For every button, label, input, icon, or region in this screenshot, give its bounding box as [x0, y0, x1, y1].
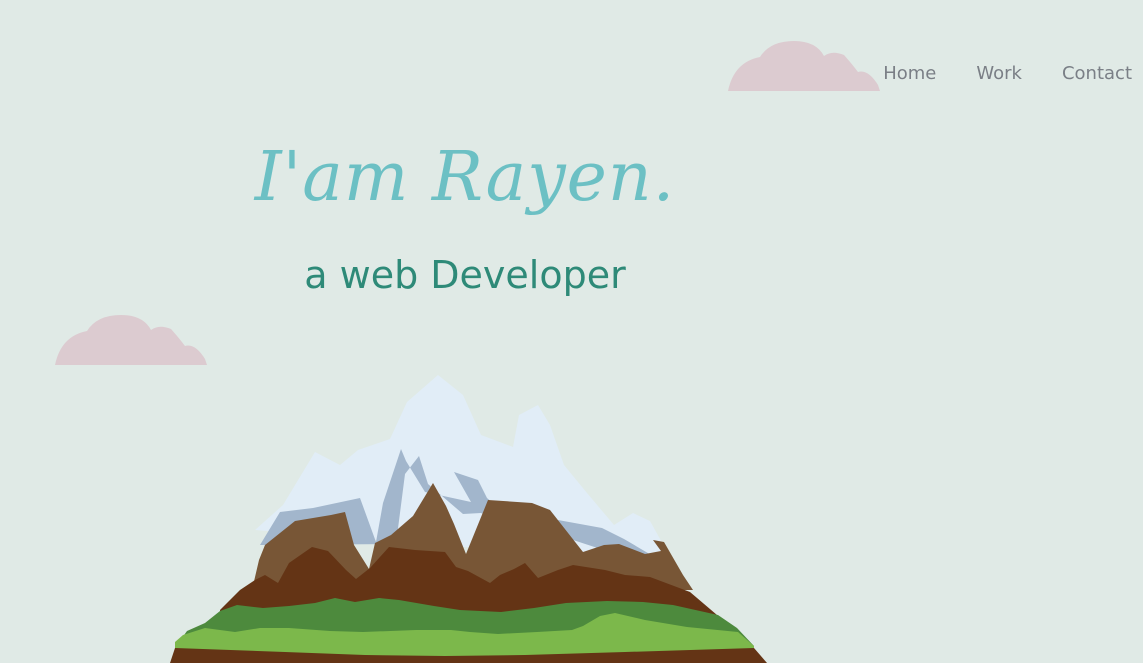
hero-subtitle: a web Developer — [304, 253, 626, 297]
cloud-icon — [728, 41, 880, 91]
cloud-icon — [55, 315, 207, 365]
main-nav: Home Work Contact — [883, 62, 1132, 86]
hero-title: I'am Rayen. — [254, 138, 676, 217]
nav-link-home[interactable]: Home — [883, 62, 936, 86]
nav-link-contact[interactable]: Contact — [1062, 62, 1132, 86]
mountain-illustration — [170, 375, 767, 663]
nav-link-work[interactable]: Work — [976, 62, 1022, 86]
